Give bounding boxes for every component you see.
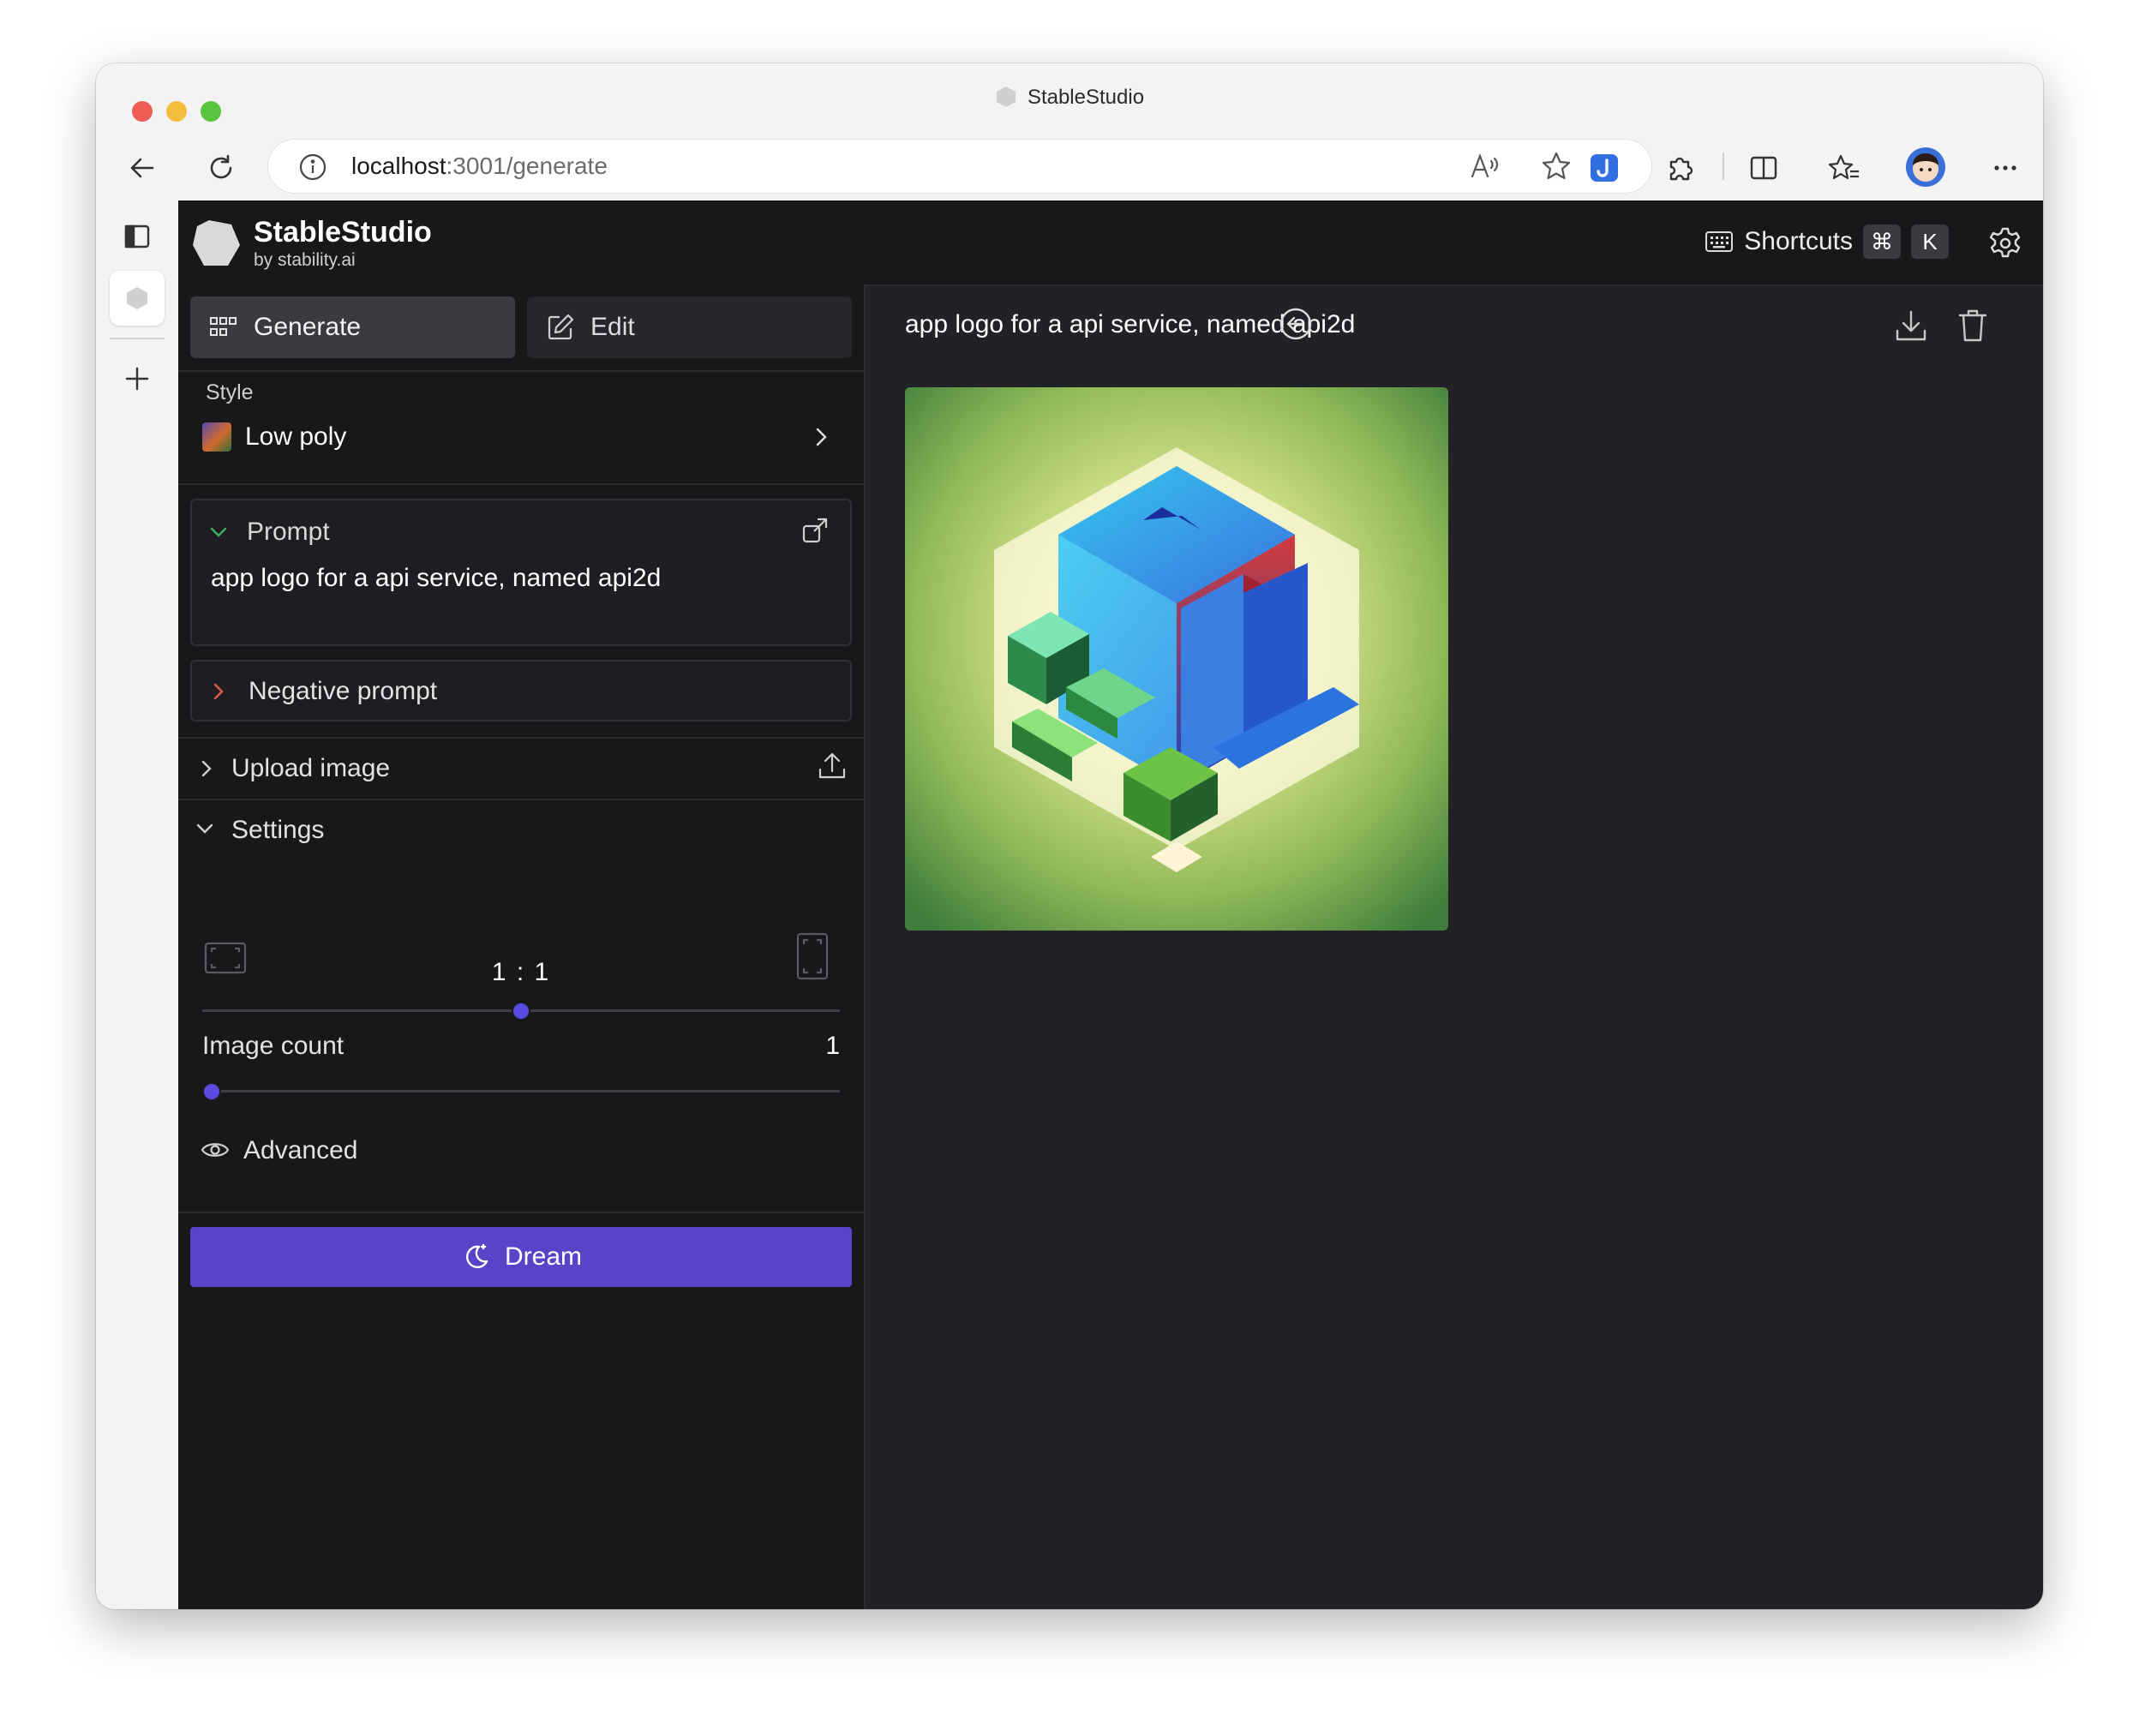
style-thumbnail (202, 422, 231, 452)
stablestudio-favicon-icon (996, 87, 1016, 107)
shortcuts-label: Shortcuts (1744, 227, 1853, 255)
settings-gear-icon[interactable] (1988, 226, 2022, 260)
favorite-star-icon[interactable] (1541, 151, 1572, 182)
shortcut-key-k: K (1911, 224, 1949, 259)
split-screen-icon[interactable] (1745, 149, 1782, 187)
tab-actions-icon[interactable] (110, 209, 165, 264)
generated-image[interactable] (905, 387, 1448, 931)
title-bar: StableStudio (96, 63, 2043, 141)
tab-generate-label: Generate (254, 313, 362, 341)
aspect-ratio-value: 1 : 1 (491, 958, 551, 986)
extension-j-icon[interactable] (1585, 149, 1623, 187)
reload-icon[interactable] (202, 149, 240, 187)
extensions-puzzle-icon[interactable] (1661, 149, 1699, 187)
edit-pencil-icon (548, 314, 574, 340)
settings-section-header[interactable]: Settings (178, 800, 864, 860)
profile-avatar[interactable] (1904, 146, 1947, 189)
image-count-value: 1 (825, 1032, 840, 1060)
read-aloud-icon[interactable] (1469, 151, 1503, 182)
restore-prompt-arrow-icon[interactable] (1279, 307, 1313, 341)
style-selector[interactable]: Low poly (202, 416, 847, 458)
trash-icon[interactable] (1954, 307, 1992, 344)
portrait-aspect-icon[interactable] (795, 932, 830, 980)
sidebar-tab-stablestudio[interactable] (110, 271, 165, 326)
keyboard-icon (1705, 231, 1734, 252)
advanced-toggle[interactable]: Advanced (178, 1122, 864, 1177)
advanced-label: Advanced (243, 1136, 358, 1164)
divider (178, 1212, 864, 1213)
divider (178, 370, 864, 372)
dream-button[interactable]: Dream (190, 1227, 852, 1287)
sidebar-divider (110, 338, 165, 339)
tab-title-text: StableStudio (1027, 86, 1145, 109)
prompt-share-icon[interactable] (799, 514, 833, 548)
negative-prompt-box[interactable]: Negative prompt (190, 660, 852, 721)
site-info-icon[interactable] (298, 153, 327, 182)
grid-icon (210, 317, 237, 336)
image-count-slider-thumb[interactable] (202, 1082, 221, 1101)
moon-icon (465, 1243, 488, 1269)
image-count-slider-track[interactable] (202, 1090, 840, 1092)
app-header: StableStudio by stability.ai Shortcuts ⌘… (178, 201, 2043, 286)
tab-generate[interactable]: Generate (190, 296, 515, 358)
upload-image-label: Upload image (231, 754, 391, 782)
style-value: Low poly (245, 422, 347, 451)
more-menu-icon[interactable] (1986, 149, 2024, 187)
chevron-right-icon (201, 760, 212, 777)
brand-byline: by stability.ai (254, 250, 356, 270)
address-bar[interactable]: localhost:3001/generate (267, 139, 1652, 194)
tab-edit-label: Edit (590, 313, 635, 341)
url-path: :3001/generate (446, 153, 608, 179)
back-arrow-icon[interactable] (123, 149, 161, 187)
prompt-title: Prompt (247, 518, 330, 546)
chevron-right-icon (213, 683, 224, 700)
favorites-icon[interactable] (1825, 149, 1863, 187)
settings-label: Settings (231, 816, 325, 844)
chevron-down-icon[interactable] (207, 521, 230, 543)
shortcuts-button[interactable]: Shortcuts ⌘ K (1705, 223, 1949, 260)
download-icon[interactable] (1892, 307, 1930, 344)
aspect-ratio-slider-thumb[interactable] (512, 1002, 530, 1021)
upload-image-row[interactable]: Upload image (178, 739, 864, 799)
divider (178, 483, 864, 485)
browser-tab[interactable]: StableStudio (96, 86, 2043, 110)
generation-panel: Generate Edit Style Low poly Prompt app … (178, 284, 866, 1609)
chevron-down-icon (196, 823, 213, 834)
toolbar-separator (1723, 153, 1724, 180)
shortcut-key-cmd: ⌘ (1863, 224, 1901, 259)
brand-name: StableStudio (254, 216, 432, 248)
stablestudio-logo-icon (193, 220, 240, 266)
browser-vertical-sidebar (96, 201, 179, 1609)
negative-prompt-title: Negative prompt (249, 677, 438, 705)
prompt-box[interactable]: Prompt app logo for a api service, named… (190, 499, 852, 646)
url-host: localhost (351, 153, 446, 179)
image-count-label: Image count (202, 1032, 345, 1060)
browser-window: StableStudio localhost:3001/generate Sta… (96, 63, 2043, 1609)
prompt-input[interactable]: app logo for a api service, named api2d (211, 564, 661, 593)
stablestudio-tab-icon (127, 287, 147, 309)
stablestudio-app: StableStudio by stability.ai Shortcuts ⌘… (178, 201, 2043, 1609)
dream-label: Dream (504, 1242, 582, 1271)
url-text[interactable]: localhost:3001/generate (351, 153, 608, 180)
style-label: Style (206, 380, 254, 404)
tab-edit[interactable]: Edit (527, 296, 852, 358)
mode-tabs: Generate Edit (190, 296, 852, 358)
upload-icon[interactable] (816, 751, 848, 783)
chevron-right-icon (816, 428, 827, 446)
eye-icon (201, 1143, 230, 1157)
new-tab-plus-icon[interactable] (110, 351, 165, 406)
